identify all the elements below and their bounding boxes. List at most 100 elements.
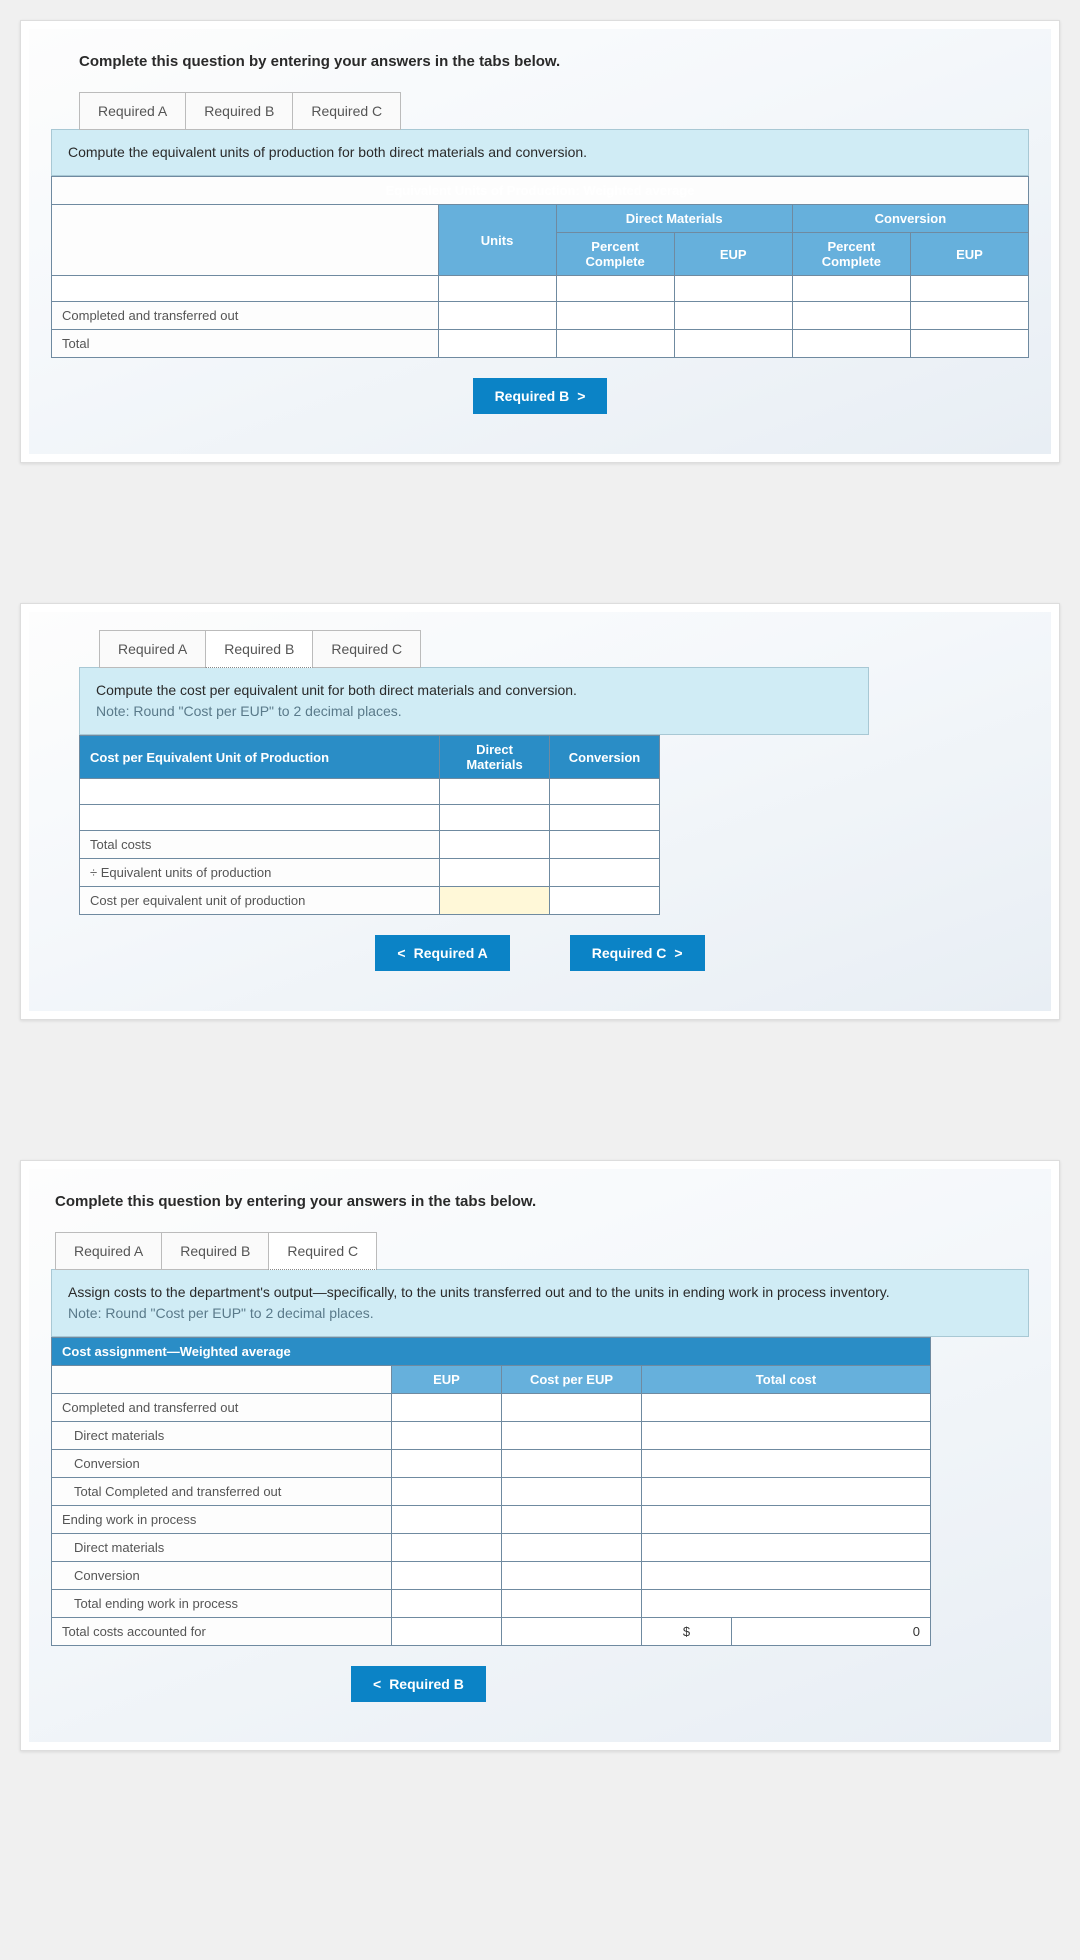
cell-input[interactable] [438,330,556,358]
tab-required-c[interactable]: Required C [312,630,421,668]
instruction-text: Complete this question by entering your … [79,53,1029,70]
instruction-text: Complete this question by entering your … [55,1193,1029,1210]
cell-input[interactable] [910,276,1028,302]
tab-required-a[interactable]: Required A [55,1232,162,1270]
col-dm-eup: EUP [674,233,792,276]
currency-symbol: $ [642,1618,732,1646]
table-row: Conversion [52,1562,931,1590]
eup-table: Equivalent Units of Production: Weighted… [51,176,1029,358]
table-row: Conversion [52,1450,931,1478]
prompt-bar: Assign costs to the department's output—… [51,1269,1029,1337]
group-dm: Direct Materials [556,205,792,233]
table-row: Ending work in process [52,1506,931,1534]
cell-input[interactable] [556,330,674,358]
cell-input[interactable] [502,1562,642,1590]
cell-input[interactable] [910,330,1028,358]
prev-required-b-button[interactable]: < Required B [351,1666,486,1702]
table-row: Total costs [80,831,660,859]
cell-input[interactable] [392,1562,502,1590]
cell-input[interactable] [502,1450,642,1478]
cell-input[interactable] [642,1590,931,1618]
cell-input[interactable] [440,831,550,859]
row-blank-label[interactable] [80,779,440,805]
col-main: Cost per Equivalent Unit of Production [80,736,440,779]
nav-label: Required C [592,945,667,961]
cell-input[interactable] [792,330,910,358]
cell-input[interactable] [392,1534,502,1562]
tab-required-b[interactable]: Required B [185,92,293,130]
tab-required-a[interactable]: Required A [79,92,186,130]
table-row: Cost per equivalent unit of production [80,887,660,915]
tab-required-c[interactable]: Required C [268,1232,377,1270]
row-blank-label[interactable] [52,276,439,302]
cell-input[interactable] [550,779,660,805]
cell-input[interactable] [642,1422,931,1450]
cell-input[interactable] [674,276,792,302]
table-row: Completed and transferred out [52,1394,931,1422]
cell-input[interactable] [642,1534,931,1562]
row-blank-label[interactable] [80,805,440,831]
row-cost-per-eup: Cost per equivalent unit of production [80,887,440,915]
panel-c-inner: Complete this question by entering your … [29,1169,1051,1742]
cell-input[interactable] [674,330,792,358]
tab-required-a[interactable]: Required A [99,630,206,668]
cell-input[interactable] [440,859,550,887]
tab-required-b[interactable]: Required B [205,630,313,668]
panel-required-a: Complete this question by entering your … [20,20,1060,463]
cell-input[interactable] [642,1450,931,1478]
table-row: ÷ Equivalent units of production [80,859,660,887]
table-row [52,276,1029,302]
cell-input[interactable] [550,831,660,859]
panel-a-inner: Complete this question by entering your … [29,29,1051,454]
cell-input[interactable] [642,1478,931,1506]
cell-input[interactable] [392,1450,502,1478]
prompt-bar: Compute the equivalent units of producti… [51,129,1029,176]
panel-b-inner: Required A Required B Required C Compute… [29,612,1051,1011]
cell-input[interactable] [550,859,660,887]
cell-input[interactable] [502,1534,642,1562]
chevron-right-icon: > [577,388,585,404]
cell-input[interactable] [438,302,556,330]
chevron-right-icon: > [674,945,682,961]
cell-input[interactable] [440,887,550,915]
row-ending-wip: Ending work in process [52,1506,392,1534]
col-conv-eup: EUP [910,233,1028,276]
row-total-ending: Total ending work in process [52,1590,392,1618]
cell-input[interactable] [438,276,556,302]
next-required-b-button[interactable]: Required B > [473,378,608,414]
row-total: Total [52,330,439,358]
cell-input[interactable] [550,805,660,831]
cell-input[interactable] [910,302,1028,330]
cell-input[interactable] [392,1422,502,1450]
table-row: Total Completed and transferred out [52,1478,931,1506]
prompt-bar: Compute the cost per equivalent unit for… [79,667,869,735]
cell-input[interactable] [792,302,910,330]
row-conv: Conversion [52,1450,392,1478]
table-title: Equivalent Units of Production: Weighted… [52,177,1029,205]
cell-input[interactable] [440,779,550,805]
tab-required-b[interactable]: Required B [161,1232,269,1270]
cell-input[interactable] [502,1422,642,1450]
col-dm: Direct Materials [440,736,550,779]
cell-input[interactable] [556,302,674,330]
prompt-text: Compute the cost per equivalent unit for… [96,682,577,698]
row-completed-out: Completed and transferred out [52,1394,392,1422]
cell-input[interactable] [550,887,660,915]
table-title: Cost assignment—Weighted average [52,1338,931,1366]
cell-input[interactable] [792,276,910,302]
cell-input[interactable] [674,302,792,330]
cost-per-eup-table: Cost per Equivalent Unit of Production D… [79,735,660,915]
table-row: Direct materials [52,1534,931,1562]
next-required-c-button[interactable]: Required C > [570,935,705,971]
row-completed: Completed and transferred out [52,302,439,330]
cell-input[interactable] [642,1562,931,1590]
chevron-left-icon: < [397,945,405,961]
tab-required-c[interactable]: Required C [292,92,401,130]
total-value: 0 [732,1618,931,1646]
cell-input[interactable] [440,805,550,831]
row-total-completed: Total Completed and transferred out [52,1478,392,1506]
chevron-left-icon: < [373,1676,381,1692]
col-dm-pct: Percent Complete [556,233,674,276]
cell-input[interactable] [556,276,674,302]
prev-required-a-button[interactable]: < Required A [375,935,509,971]
